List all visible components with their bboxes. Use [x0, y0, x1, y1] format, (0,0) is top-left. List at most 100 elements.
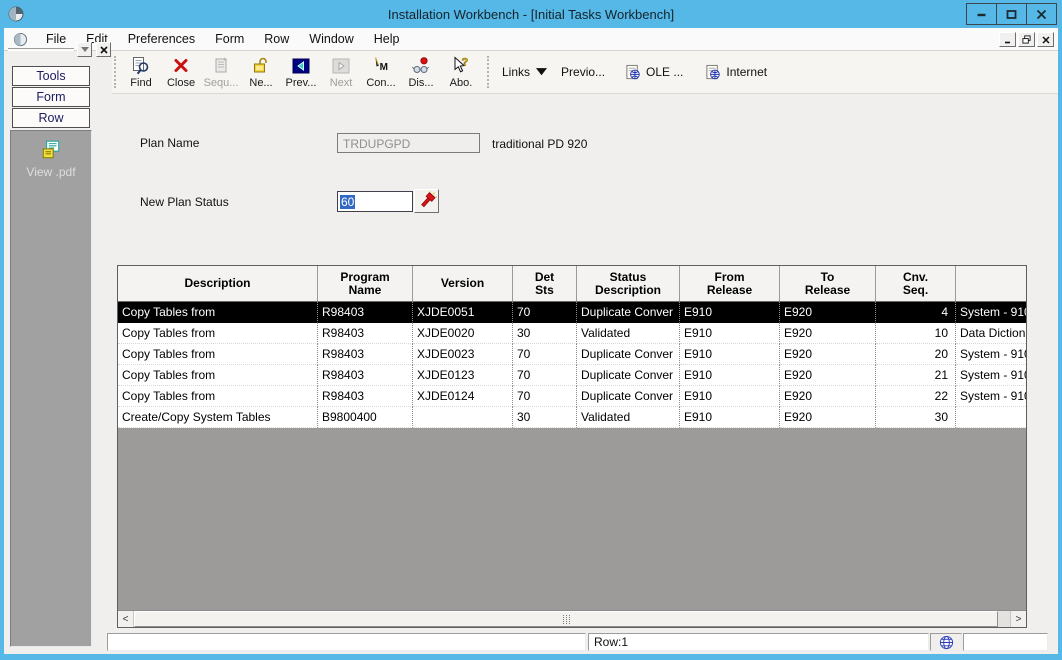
grid-cell[interactable]: XJDE0020: [413, 323, 513, 344]
grid-cell[interactable]: Duplicate Conver: [577, 344, 680, 365]
grid-cell[interactable]: 30: [513, 407, 577, 428]
new-plan-status-field[interactable]: 60: [337, 191, 413, 212]
scroll-right-button[interactable]: >: [1010, 611, 1026, 627]
column-header-from-release[interactable]: From Release: [680, 266, 780, 301]
grid-cell[interactable]: R98403: [318, 344, 413, 365]
maximize-button[interactable]: [996, 3, 1027, 25]
mdi-close-button[interactable]: [1037, 32, 1054, 47]
grid-cell[interactable]: 70: [513, 302, 577, 323]
mdi-minimize-button[interactable]: [999, 32, 1016, 47]
tab-form[interactable]: Form: [12, 87, 90, 107]
grid-cell[interactable]: E910: [680, 386, 780, 407]
table-row[interactable]: Copy Tables from R98403 XJDE0051 70 Dupl…: [118, 302, 1026, 323]
grid-cell[interactable]: 70: [513, 386, 577, 407]
grid-cell[interactable]: R98403: [318, 386, 413, 407]
tab-tools[interactable]: Tools: [12, 66, 90, 86]
links-dropdown[interactable]: Links: [496, 65, 547, 79]
table-row[interactable]: Copy Tables from R98403 XJDE0020 30 Vali…: [118, 323, 1026, 344]
grid-cell[interactable]: 10: [876, 323, 956, 344]
scrollbar-track[interactable]: [134, 611, 1010, 627]
close-button[interactable]: Close: [161, 52, 201, 92]
view-pdf-item[interactable]: View .pdf: [11, 131, 91, 179]
column-header-to-release[interactable]: To Release: [780, 266, 876, 301]
minimize-button[interactable]: [966, 3, 997, 25]
plan-name-field[interactable]: TRDUPGPD: [337, 133, 480, 153]
column-header-description[interactable]: Description: [118, 266, 318, 301]
previous-link-button[interactable]: Previo...: [547, 65, 611, 79]
grid-cell[interactable]: E920: [780, 407, 876, 428]
grid-cell[interactable]: Data Dictionary: [956, 323, 1026, 344]
grid-cell[interactable]: Copy Tables from: [118, 323, 318, 344]
column-header-extra[interactable]: [956, 266, 1026, 301]
grid-cell[interactable]: Copy Tables from: [118, 344, 318, 365]
grid-cell[interactable]: E910: [680, 344, 780, 365]
grid-cell[interactable]: Duplicate Conver: [577, 386, 680, 407]
grid-cell[interactable]: 30: [513, 323, 577, 344]
grid-cell[interactable]: E920: [780, 302, 876, 323]
column-header-cnv-seq[interactable]: Cnv. Seq.: [876, 266, 956, 301]
grid-cell[interactable]: Duplicate Conver: [577, 365, 680, 386]
grid-cell[interactable]: [956, 407, 1026, 428]
column-header-program-name[interactable]: Program Name: [318, 266, 413, 301]
about-button[interactable]: ? Abo.: [441, 52, 481, 92]
grid-cell[interactable]: System - 910: [956, 302, 1026, 323]
grid-cell[interactable]: 30: [876, 407, 956, 428]
grid-cell[interactable]: XJDE0023: [413, 344, 513, 365]
grid-cell[interactable]: System - 910: [956, 386, 1026, 407]
fastpath-dropdown-button[interactable]: [77, 42, 92, 57]
grid-cell[interactable]: E920: [780, 344, 876, 365]
mdi-restore-button[interactable]: [1018, 32, 1035, 47]
table-row[interactable]: Copy Tables from R98403 XJDE0123 70 Dupl…: [118, 365, 1026, 386]
grid-cell[interactable]: Duplicate Conver: [577, 302, 680, 323]
grid-cell[interactable]: E910: [680, 302, 780, 323]
grid-cell[interactable]: Validated: [577, 407, 680, 428]
fastpath-close-button[interactable]: [96, 42, 111, 57]
grid-cell[interactable]: E920: [780, 365, 876, 386]
grid-cell[interactable]: Copy Tables from: [118, 302, 318, 323]
column-header-version[interactable]: Version: [413, 266, 513, 301]
grid-cell[interactable]: System - 910: [956, 365, 1026, 386]
find-button[interactable]: Find: [121, 52, 161, 92]
toolbar-gripper[interactable]: [114, 56, 117, 88]
grid-cell[interactable]: 70: [513, 344, 577, 365]
horizontal-scrollbar[interactable]: < >: [118, 610, 1026, 627]
grid-cell[interactable]: 70: [513, 365, 577, 386]
grid-cell[interactable]: Validated: [577, 323, 680, 344]
column-header-det-sts[interactable]: Det Sts: [513, 266, 577, 301]
internet-button[interactable]: Internet: [705, 64, 773, 81]
grid-cell[interactable]: E910: [680, 365, 780, 386]
grid-cell[interactable]: XJDE0051: [413, 302, 513, 323]
fastpath-combo[interactable]: [8, 48, 74, 51]
system-menu-icon[interactable]: [13, 32, 28, 47]
grid-cell[interactable]: XJDE0123: [413, 365, 513, 386]
menu-help[interactable]: Help: [364, 30, 410, 48]
table-row[interactable]: Copy Tables from R98403 XJDE0124 70 Dupl…: [118, 386, 1026, 407]
grid-cell[interactable]: 22: [876, 386, 956, 407]
grid-cell[interactable]: E920: [780, 386, 876, 407]
grid-cell[interactable]: 20: [876, 344, 956, 365]
scrollbar-thumb[interactable]: [134, 611, 998, 627]
grid-cell[interactable]: R98403: [318, 323, 413, 344]
menu-form[interactable]: Form: [205, 30, 254, 48]
grid-cell[interactable]: Copy Tables from: [118, 365, 318, 386]
previous-button[interactable]: Prev...: [281, 52, 321, 92]
display-button[interactable]: Dis...: [401, 52, 441, 92]
grid-cell[interactable]: E920: [780, 323, 876, 344]
ole-button[interactable]: OLE ...: [625, 64, 689, 81]
grid-cell[interactable]: 4: [876, 302, 956, 323]
tab-row[interactable]: Row: [12, 108, 90, 128]
grid-cell[interactable]: R98403: [318, 365, 413, 386]
menu-row[interactable]: Row: [254, 30, 299, 48]
grid-cell[interactable]: Copy Tables from: [118, 386, 318, 407]
grid-cell[interactable]: R98403: [318, 302, 413, 323]
scroll-left-button[interactable]: <: [118, 611, 134, 627]
grid-cell[interactable]: 21: [876, 365, 956, 386]
grid-cell[interactable]: XJDE0124: [413, 386, 513, 407]
confirm-button[interactable]: M Con...: [361, 52, 401, 92]
grid-cell[interactable]: System - 910: [956, 344, 1026, 365]
grid-cell[interactable]: B9800400: [318, 407, 413, 428]
grid-cell[interactable]: Create/Copy System Tables: [118, 407, 318, 428]
menu-preferences[interactable]: Preferences: [118, 30, 205, 48]
column-header-status-description[interactable]: Status Description: [577, 266, 680, 301]
table-row[interactable]: Create/Copy System Tables B9800400 30 Va…: [118, 407, 1026, 428]
